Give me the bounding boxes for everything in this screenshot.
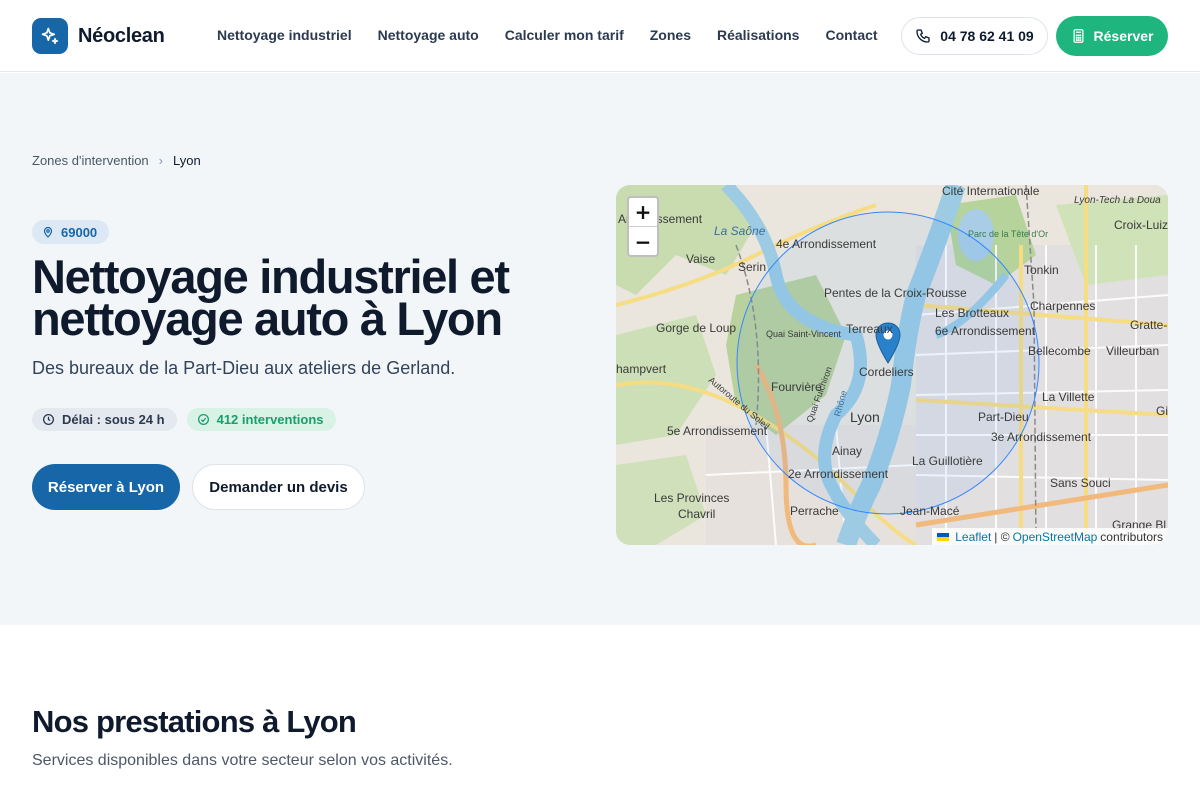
- phone-number: 04 78 62 41 09: [940, 28, 1034, 44]
- map-label: 3e Arrondissement: [991, 430, 1092, 444]
- header-book-label: Réserver: [1093, 28, 1154, 44]
- page-title: Nettoyage industriel et nettoyage auto à…: [32, 250, 510, 345]
- delay-badge: Délai : sous 24 h: [32, 408, 177, 431]
- map-label: Tonkin: [1024, 263, 1059, 277]
- delay-text: Délai : sous 24 h: [62, 412, 165, 427]
- nav-item-contact[interactable]: Contact: [825, 27, 877, 43]
- check-circle-icon: [197, 413, 209, 426]
- map-label: Cité Internationale: [942, 185, 1040, 198]
- zoom-out-button[interactable]: −: [629, 227, 657, 255]
- map-label: Pentes de la Croix-Rousse: [824, 286, 967, 300]
- nav-item-nettoyage-industriel[interactable]: Nettoyage industriel: [217, 27, 352, 43]
- map-label: La Villette: [1042, 390, 1095, 404]
- breadcrumb: Zones d'intervention › Lyon: [32, 153, 201, 168]
- site-header: Néoclean Nettoyage industriel Nettoyage …: [0, 0, 1200, 72]
- map-label: Les Brotteaux: [935, 306, 1009, 320]
- map-label: Bellecombe: [1028, 344, 1091, 358]
- map-label: Croix-Luiz: [1114, 218, 1168, 232]
- map-label: Ainay: [832, 444, 862, 458]
- map-label: Villeurban: [1106, 344, 1159, 358]
- zip-badge: 69000: [32, 220, 110, 244]
- map-label: Vaise: [686, 252, 715, 266]
- map-label: La Saône: [714, 224, 766, 238]
- map-attribution: Leaflet | © OpenStreetMap contributors: [932, 528, 1168, 545]
- brand-logo[interactable]: Néoclean: [32, 18, 165, 54]
- map-label: Parc de la Tête d'Or: [968, 229, 1048, 239]
- hero-chips: Délai : sous 24 h 412 interventions: [32, 408, 336, 431]
- map-tiles[interactable]: Cité Internationale Lyon-Tech La Doua Cr…: [616, 185, 1168, 545]
- map-label: 6e Arrondissement: [935, 324, 1036, 338]
- zoom-in-button[interactable]: +: [629, 198, 657, 227]
- map-label: Charpennes: [1030, 299, 1095, 313]
- map-label: Gi: [1156, 404, 1168, 418]
- clock-icon: [42, 413, 55, 426]
- attribution-separator: | ©: [994, 529, 1010, 544]
- calculator-icon: [1073, 29, 1084, 43]
- brand-name: Néoclean: [78, 24, 165, 47]
- breadcrumb-item-current: Lyon: [173, 153, 201, 168]
- zip-code: 69000: [61, 224, 98, 240]
- map-label: Terreaux: [846, 322, 893, 336]
- map-label: Les Provinces: [654, 491, 729, 505]
- nav-item-nettoyage-auto[interactable]: Nettoyage auto: [378, 27, 479, 43]
- map-label: Lyon: [850, 409, 880, 425]
- header-book-button[interactable]: Réserver: [1056, 16, 1168, 56]
- map-label: Sans Souci: [1050, 476, 1111, 490]
- map-label: Jean-Macé: [900, 504, 960, 518]
- nav-item-zones[interactable]: Zones: [650, 27, 691, 43]
- osm-link[interactable]: OpenStreetMap: [1013, 530, 1098, 544]
- nav-item-realisations[interactable]: Réalisations: [717, 27, 799, 43]
- phone-button[interactable]: 04 78 62 41 09: [901, 17, 1048, 55]
- map-label: La Guillotière: [912, 454, 983, 468]
- hero-subtitle: Des bureaux de la Part-Dieu aux ateliers…: [32, 358, 456, 378]
- map-label: Part-Dieu: [978, 410, 1029, 424]
- book-lyon-button[interactable]: Réserver à Lyon: [32, 464, 180, 510]
- chevron-right-icon: ›: [158, 153, 164, 168]
- map-zoom-control: + −: [627, 196, 659, 257]
- map-label: Quai Saint-Vincent: [766, 329, 841, 339]
- interventions-badge: 412 interventions: [186, 408, 336, 431]
- ukraine-flag-icon: [937, 532, 950, 541]
- map-label: 4e Arrondissement: [776, 237, 877, 251]
- map-pin-icon: [43, 226, 53, 238]
- request-quote-button[interactable]: Demander un devis: [192, 464, 365, 510]
- services-title: Nos prestations à Lyon: [32, 704, 357, 739]
- map-label: Chavril: [678, 507, 715, 521]
- zone-map[interactable]: Cité Internationale Lyon-Tech La Doua Cr…: [616, 185, 1168, 545]
- breadcrumb-item-zones[interactable]: Zones d'intervention: [32, 153, 149, 168]
- map-label: Perrache: [790, 504, 839, 518]
- map-label: 5e Arrondissement: [667, 424, 768, 438]
- map-label: 2e Arrondissement: [788, 467, 889, 481]
- services-subtitle: Services disponibles dans votre secteur …: [32, 752, 453, 769]
- map-label: Cordeliers: [859, 365, 914, 379]
- map-label: hampvert: [616, 362, 667, 376]
- hero-section: Zones d'intervention › Lyon 69000 Nettoy…: [0, 73, 1200, 625]
- nav-item-calculer-tarif[interactable]: Calculer mon tarif: [505, 27, 624, 43]
- map-label: Gratte-: [1130, 318, 1167, 332]
- main-nav: Nettoyage industriel Nettoyage auto Calc…: [217, 27, 904, 43]
- interventions-text: 412 interventions: [216, 412, 324, 427]
- map-label: Lyon-Tech La Doua: [1074, 195, 1161, 206]
- sparkle-icon: [32, 18, 68, 54]
- services-section: Nos prestations à Lyon Services disponib…: [0, 625, 1200, 800]
- attribution-suffix: contributors: [1100, 529, 1163, 544]
- map-label: Gorge de Loup: [656, 321, 736, 335]
- leaflet-link[interactable]: Leaflet: [955, 530, 991, 544]
- map-label: Serin: [738, 260, 766, 274]
- phone-icon: [916, 29, 930, 43]
